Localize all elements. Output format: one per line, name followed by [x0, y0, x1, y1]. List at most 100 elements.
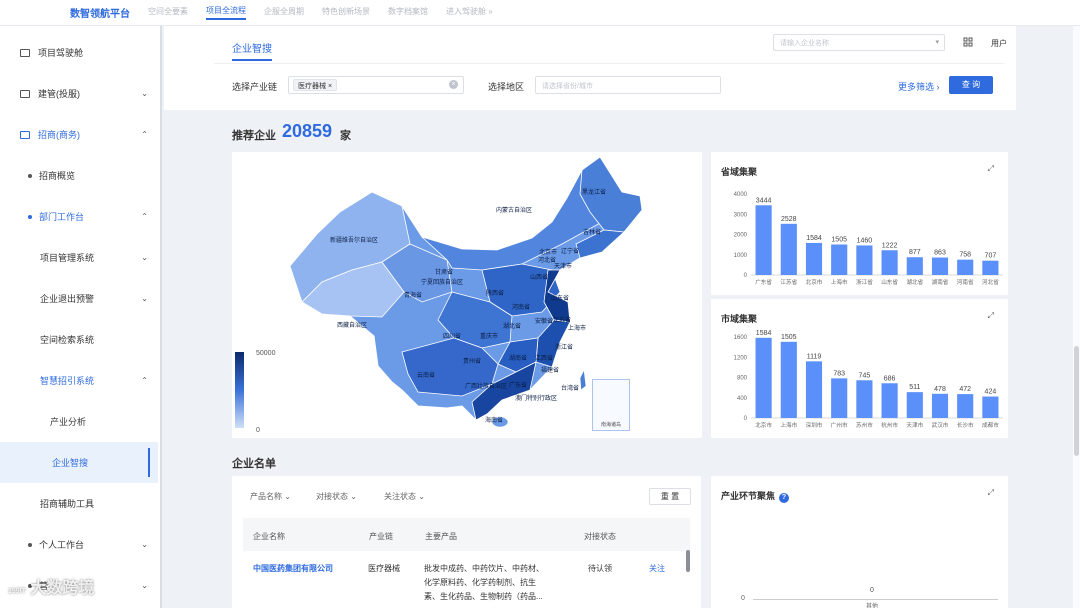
recommend-title: 推荐企业: [232, 130, 276, 142]
province-bar[interactable]: [805, 242, 823, 275]
province-category-label: 广东省: [755, 278, 772, 286]
table-scrollbar[interactable]: [686, 550, 690, 572]
city-value-label: 511: [909, 384, 920, 391]
page-scrollbar[interactable]: [1073, 26, 1080, 608]
x-axis-line: [753, 599, 998, 600]
sidebar-item-investment-overview[interactable]: 招商概览: [0, 155, 158, 196]
more-filters-link[interactable]: 更多筛选 ›: [898, 80, 940, 93]
status-cell: 待认领: [588, 564, 612, 573]
query-button[interactable]: 查 询: [949, 76, 993, 94]
province-value-label: 1584: [806, 235, 822, 242]
bullet-icon: [28, 173, 32, 178]
chevron-down-icon: ⌄: [141, 294, 148, 303]
clear-icon[interactable]: ×: [449, 80, 458, 89]
province-bar[interactable]: [982, 260, 999, 275]
layout-icon[interactable]: [963, 37, 973, 47]
city-bar[interactable]: [931, 393, 949, 418]
province-bar[interactable]: [881, 250, 898, 275]
sidebar-item-enterprise-search[interactable]: 企业智搜: [0, 442, 158, 483]
chevron-down-icon: ▾: [935, 39, 939, 46]
investment-icon: [20, 130, 30, 139]
sidebar-item-department-workbench[interactable]: 部门工作台 ⌃: [0, 196, 158, 237]
province-bar[interactable]: [957, 259, 974, 275]
city-bar[interactable]: [957, 394, 974, 418]
nav-tab-innovation[interactable]: 特色创新场景: [322, 6, 370, 19]
province-label: 广东省: [509, 381, 527, 389]
city-category-label: 上海市: [780, 421, 797, 429]
province-category-label: 山东省: [881, 278, 898, 286]
product-name-filter[interactable]: 产品名称 ⌄: [250, 491, 291, 502]
nav-tab-project[interactable]: 项目全流程: [206, 5, 246, 20]
province-label: 山西省: [530, 273, 548, 281]
y-tick-label: 1000: [734, 253, 748, 259]
follow-status-filter[interactable]: 关注状态 ⌄: [384, 491, 425, 502]
province-label: 江西省: [535, 354, 553, 362]
nav-tab-enterprise-service[interactable]: 企服全周期: [264, 6, 304, 19]
sidebar-item-project-management[interactable]: 项目管理系统 ⌄: [0, 237, 158, 278]
province-label: 陕西省: [486, 289, 504, 297]
taiwan-region[interactable]: [579, 368, 587, 391]
sidebar-item-project-cockpit[interactable]: 项目驾驶舱: [0, 32, 158, 73]
province-value-label: 863: [934, 250, 946, 257]
sidebar-item-space-search[interactable]: 空间检索系统: [0, 319, 158, 360]
region-placeholder: 请选择省份/城市: [542, 83, 593, 90]
tab-enterprise-search[interactable]: 企业智搜: [232, 40, 272, 61]
city-bar[interactable]: [805, 361, 823, 418]
industry-chain-select[interactable]: 医疗器械 × ×: [288, 76, 464, 94]
user-menu[interactable]: 用户: [991, 38, 1007, 49]
y-tick-label: 1200: [734, 355, 748, 361]
city-bar[interactable]: [831, 378, 848, 418]
sidebar-item-investment[interactable]: 招商(商务) ⌃: [0, 114, 158, 155]
sidebar-item-exit-warning[interactable]: 企业退出预警 ⌄: [0, 278, 158, 319]
col-industry-chain: 产业链: [369, 532, 393, 541]
province-cluster-card: 省域集聚 ⤢ 0 1000 2000 3000 4000 3444 广东省 2528 江苏省 15…: [711, 152, 1008, 295]
city-value-label: 1119: [807, 353, 822, 360]
connection-status-filter[interactable]: 对接状态 ⌄: [316, 491, 357, 502]
region-select[interactable]: 请选择省份/城市: [535, 76, 721, 94]
city-category-label: 广州市: [831, 421, 848, 429]
col-connection-status: 对接状态: [584, 532, 616, 541]
reset-button[interactable]: 重 置: [649, 488, 691, 505]
city-bar[interactable]: [881, 383, 898, 418]
nav-tab-space[interactable]: 空间全要素: [148, 6, 188, 19]
province-bar[interactable]: [755, 205, 772, 275]
expand-icon[interactable]: ⤢: [988, 488, 994, 498]
city-value-label: 1584: [756, 330, 772, 337]
province-value-label: 877: [909, 249, 921, 256]
city-value-label: 783: [833, 370, 845, 377]
company-name-link[interactable]: 中国医药集团有限公司: [253, 562, 333, 575]
province-category-label: 湖南省: [932, 278, 949, 286]
province-value-label: 707: [985, 253, 997, 260]
city-bar[interactable]: [856, 380, 873, 418]
city-bar[interactable]: [906, 392, 923, 418]
construction-icon: [20, 89, 30, 98]
map-legend-bar: [235, 352, 244, 428]
province-bar[interactable]: [906, 257, 923, 275]
y-axis-zero: 0: [741, 595, 745, 602]
city-bar[interactable]: [755, 337, 772, 418]
province-label: 河南省: [512, 303, 530, 311]
province-value-label: 3444: [756, 197, 772, 204]
sidebar-item-construction[interactable]: 建管(投服) ⌄: [0, 73, 158, 114]
province-bar[interactable]: [831, 244, 848, 275]
sidebar-item-personal-workbench[interactable]: 个人工作台 ⌄: [0, 524, 158, 565]
province-bar-chart: 0 1000 2000 3000 4000 3444 广东省 2528 江苏省 1584 北京市 15…: [734, 192, 1003, 286]
china-map[interactable]: 黑龙江省吉林省辽宁省 内蒙古自治区新疆维吾尔自治区甘肃省宁夏回族自治区 山西省陕西省…: [232, 152, 702, 438]
province-bar[interactable]: [931, 257, 949, 275]
nav-tab-cockpit[interactable]: 进入驾驶舱 »: [446, 6, 493, 19]
province-bar[interactable]: [780, 223, 797, 275]
province-label: 云南省: [417, 371, 435, 379]
province-bar[interactable]: [856, 245, 873, 275]
nav-tab-archive[interactable]: 数字档案馆: [388, 6, 428, 19]
sidebar-item-industry-analysis[interactable]: 产业分析: [0, 401, 158, 442]
city-bar[interactable]: [982, 396, 999, 418]
follow-link[interactable]: 关注: [649, 562, 665, 575]
sidebar-item-label: 企业智搜: [52, 458, 89, 468]
city-bar[interactable]: [780, 341, 797, 418]
sidebar-item-smart-attraction[interactable]: 智慧招引系统 ⌃: [0, 360, 158, 401]
company-search-select[interactable]: 请输入企业名称 ▾: [773, 34, 945, 51]
province-label: 宁夏回族自治区: [421, 278, 463, 286]
industry-tag[interactable]: 医疗器械 ×: [293, 79, 338, 91]
help-icon[interactable]: ?: [779, 493, 790, 503]
sidebar-item-investment-tools[interactable]: 招商辅助工具: [0, 483, 158, 524]
